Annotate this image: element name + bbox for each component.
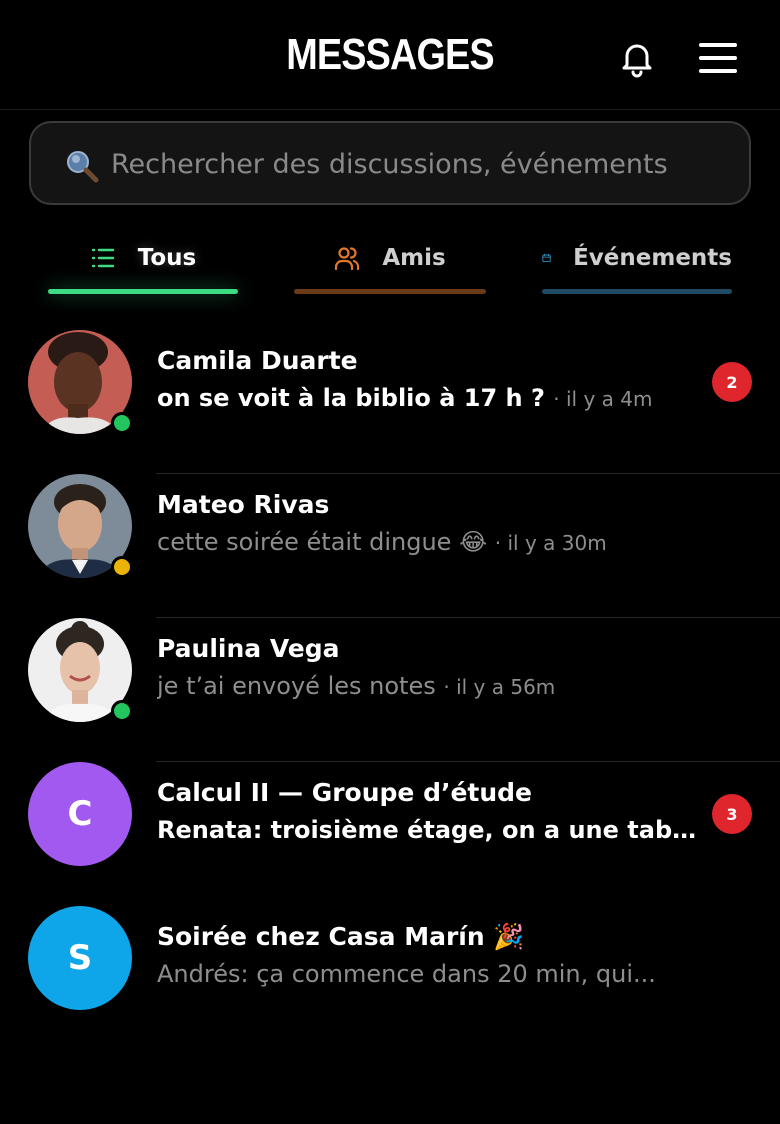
away-status-dot [111,556,133,578]
calendar-icon [542,253,551,263]
conversation-name: Paulina Vega [157,634,340,663]
tab-events-indicator [542,289,732,294]
unread-badge: 2 [712,362,752,402]
conversation-preview: cette soirée était dingue 😂 · il y a 30m [157,528,607,556]
unread-badge: 3 [712,794,752,834]
conversation-name: Camila Duarte [157,346,358,375]
online-status-dot [111,412,133,434]
tab-friends-label: Amis [382,245,446,271]
hamburger-menu-icon[interactable] [697,40,741,76]
group-avatar: C [28,762,132,866]
tab-friends[interactable]: Amis [294,236,486,296]
tab-events[interactable]: Événements [542,236,732,296]
message-preview: Renata: troisième étage, on a une tab... [157,816,697,844]
conversation-preview: je t’ai envoyé les notes · il y a 56m [157,672,555,700]
message-preview: je t’ai envoyé les notes [157,672,436,700]
conversation-item[interactable]: C Calcul II — Groupe d’étude Renata: tro… [0,762,780,906]
tab-events-label: Événements [573,245,732,271]
magnifier-icon [67,151,99,183]
message-time: · il y a 56m [443,675,556,699]
conversation-name: Mateo Rivas [157,490,330,519]
conversation-item[interactable]: Camila Duarte on se voit à la biblio à 1… [0,330,780,474]
conversation-item[interactable]: S Soirée chez Casa Marín 🎉 Andrés: ça co… [0,906,780,1050]
conversation-name: Calcul II — Groupe d’étude [157,778,533,807]
bell-icon[interactable] [617,38,657,78]
conversation-name: Soirée chez Casa Marín 🎉 [157,922,525,951]
conversation-item[interactable]: Paulina Vega je t’ai envoyé les notes · … [0,618,780,762]
conversation-preview: on se voit à la biblio à 17 h ? · il y a… [157,384,652,412]
conversation-item[interactable]: Mateo Rivas cette soirée était dingue 😂 … [0,474,780,618]
search-bar[interactable] [29,121,751,205]
group-avatar: S [28,906,132,1010]
list-icon [91,248,114,268]
online-status-dot [111,700,133,722]
app-header: MESSAGES [0,0,780,110]
message-time: · il y a 30m [494,531,607,555]
users-icon [335,247,360,271]
message-preview: cette soirée était dingue 😂 [157,528,488,556]
message-preview: on se voit à la biblio à 17 h ? [157,384,545,412]
tab-all[interactable]: Tous [48,236,238,296]
conversation-preview: Andrés: ça commence dans 20 min, qui... [157,960,656,988]
tab-friends-indicator [294,289,486,294]
tab-all-indicator [48,289,238,294]
conversation-preview: Renata: troisième étage, on a une tab... [157,816,697,844]
message-preview: Andrés: ça commence dans 20 min, qui... [157,960,656,988]
search-input[interactable] [111,141,741,187]
tab-all-label: Tous [137,245,197,271]
message-time: · il y a 4m [553,387,653,411]
